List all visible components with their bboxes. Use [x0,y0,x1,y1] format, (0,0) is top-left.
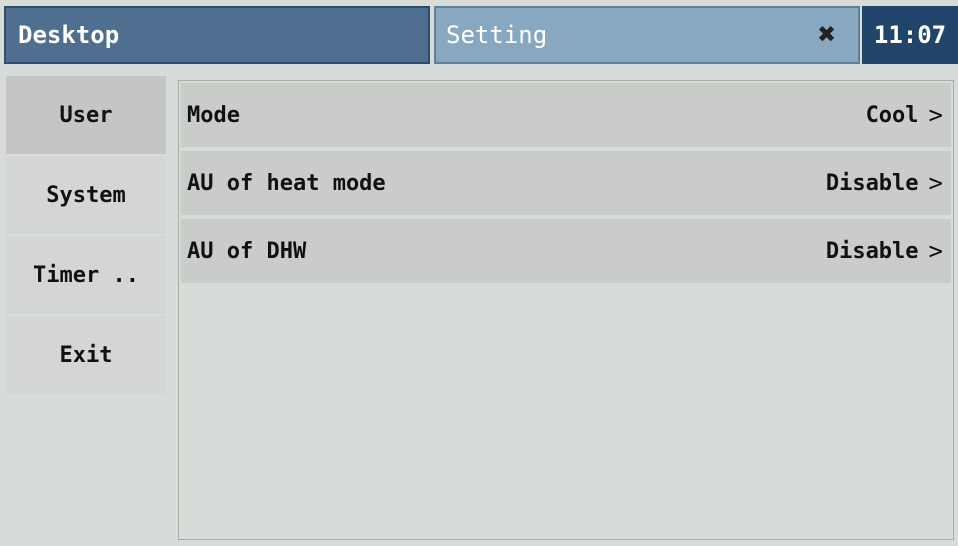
chevron-right-icon: > [928,101,943,129]
close-icon[interactable]: ✖ [812,20,842,50]
settings-panel: Mode Cool > AU of heat mode Disable > AU… [178,80,954,540]
setting-label: Mode [187,102,240,128]
tab-setting[interactable]: Setting ✖ [434,6,860,64]
setting-label: AU of heat mode [187,170,386,196]
setting-row-au-heat-mode[interactable]: AU of heat mode Disable > [181,151,951,215]
tab-desktop[interactable]: Desktop [4,6,430,64]
setting-value: Disable [825,170,919,196]
chevron-right-icon: > [928,237,943,265]
setting-row-au-dhw[interactable]: AU of DHW Disable > [181,219,951,283]
sidebar-item-label: Exit [59,342,113,368]
tab-desktop-label: Desktop [18,21,120,49]
setting-value: Cool [865,102,919,128]
sidebar-item-system[interactable]: System [6,156,166,234]
sidebar-item-user[interactable]: User [6,76,166,154]
sidebar-item-label: User [59,102,113,128]
setting-label: AU of DHW [187,238,307,264]
setting-value: Disable [825,238,919,264]
top-bar: Desktop Setting ✖ 11:07 [0,0,958,68]
chevron-right-icon: > [928,169,943,197]
sidebar-item-exit[interactable]: Exit [6,316,166,394]
sidebar-item-label: Timer .. [33,262,139,288]
sidebar: User System Timer .. Exit [6,76,166,396]
sidebar-item-label: System [46,182,126,208]
clock: 11:07 [862,6,958,64]
tab-setting-label: Setting [446,21,548,49]
sidebar-item-timer[interactable]: Timer .. [6,236,166,314]
setting-row-mode[interactable]: Mode Cool > [181,83,951,147]
